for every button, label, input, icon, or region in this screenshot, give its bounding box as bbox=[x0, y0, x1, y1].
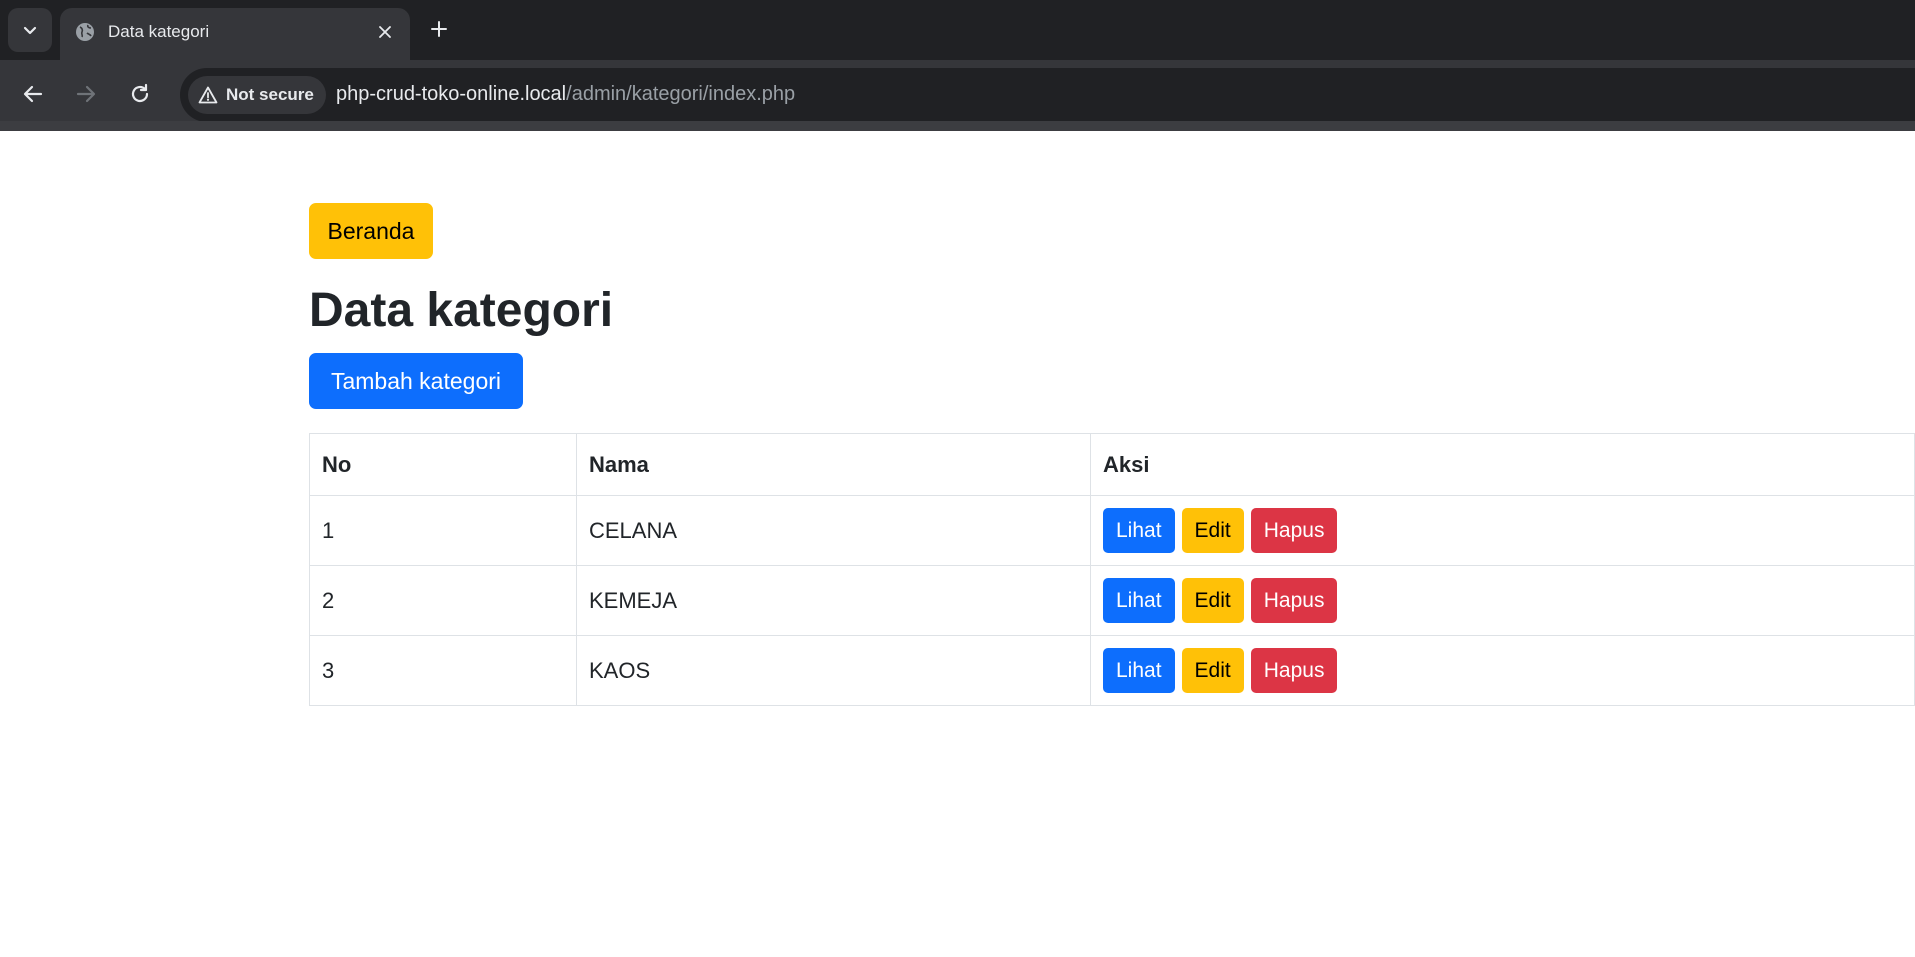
view-button[interactable]: Lihat bbox=[1103, 578, 1175, 623]
tab-title: Data kategori bbox=[108, 22, 210, 41]
cell-nama: CELANA bbox=[576, 495, 1091, 566]
cell-nama: KAOS bbox=[576, 635, 1091, 706]
forward-arrow-icon bbox=[76, 85, 96, 103]
browser-toolbar: Not secure php-crud-toko-online.local/ad… bbox=[0, 60, 1915, 130]
table-row: 1 CELANA Lihat Edit Hapus bbox=[309, 495, 1915, 566]
edit-button[interactable]: Edit bbox=[1181, 578, 1244, 623]
back-button[interactable] bbox=[14, 75, 52, 113]
cell-actions: Lihat Edit Hapus bbox=[1090, 635, 1915, 706]
cell-no: 3 bbox=[309, 635, 577, 706]
tab-search-button[interactable] bbox=[8, 8, 52, 52]
column-header-nama: Nama bbox=[576, 433, 1091, 496]
globe-icon bbox=[76, 23, 94, 41]
edit-button[interactable]: Edit bbox=[1181, 648, 1244, 693]
table-header-row: No Nama Aksi bbox=[309, 433, 1915, 496]
new-tab-button[interactable] bbox=[422, 12, 456, 46]
delete-button[interactable]: Hapus bbox=[1250, 578, 1338, 623]
cell-no: 2 bbox=[309, 565, 577, 636]
back-arrow-icon bbox=[23, 85, 43, 103]
column-header-aksi: Aksi bbox=[1090, 433, 1915, 496]
plus-icon bbox=[431, 21, 447, 37]
warning-triangle-icon bbox=[198, 86, 218, 104]
view-button[interactable]: Lihat bbox=[1103, 648, 1175, 693]
address-bar[interactable]: Not secure php-crud-toko-online.local/ad… bbox=[180, 68, 1915, 122]
close-icon bbox=[379, 26, 391, 38]
reload-icon bbox=[131, 83, 149, 103]
cell-nama: KEMEJA bbox=[576, 565, 1091, 636]
security-indicator[interactable]: Not secure bbox=[188, 76, 326, 114]
home-button[interactable]: Beranda bbox=[309, 203, 433, 259]
url-text[interactable]: php-crud-toko-online.local/admin/kategor… bbox=[336, 83, 795, 106]
edit-button[interactable]: Edit bbox=[1181, 508, 1244, 553]
delete-button[interactable]: Hapus bbox=[1250, 508, 1338, 553]
category-table: No Nama Aksi 1 CELANA Lihat Edit Hapus 2 bbox=[309, 433, 1915, 706]
cell-actions: Lihat Edit Hapus bbox=[1090, 565, 1915, 636]
browser-tab-bar: Data kategori bbox=[0, 0, 1915, 60]
add-category-button[interactable]: Tambah kategori bbox=[309, 353, 523, 409]
browser-tab-active[interactable]: Data kategori bbox=[60, 8, 410, 60]
toolbar-divider bbox=[0, 121, 1915, 131]
table-row: 3 KAOS Lihat Edit Hapus bbox=[309, 635, 1915, 706]
url-host: php-crud-toko-online.local bbox=[336, 83, 567, 105]
tab-close-button[interactable] bbox=[372, 19, 398, 45]
reload-button[interactable] bbox=[121, 75, 159, 113]
chevron-down-icon bbox=[23, 26, 37, 35]
delete-button[interactable]: Hapus bbox=[1250, 648, 1338, 693]
column-header-no: No bbox=[309, 433, 577, 496]
table-row: 2 KEMEJA Lihat Edit Hapus bbox=[309, 565, 1915, 636]
forward-button[interactable] bbox=[67, 75, 105, 113]
url-path: /admin/kategori/index.php bbox=[566, 83, 796, 105]
cell-no: 1 bbox=[309, 495, 577, 566]
view-button[interactable]: Lihat bbox=[1103, 508, 1175, 553]
page-title: Data kategori bbox=[309, 284, 614, 337]
cell-actions: Lihat Edit Hapus bbox=[1090, 495, 1915, 566]
security-label: Not secure bbox=[226, 85, 314, 104]
